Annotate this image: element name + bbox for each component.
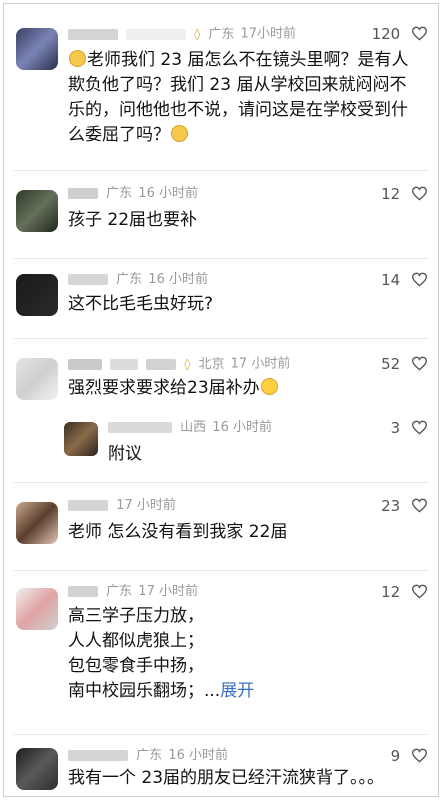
comment-meta: 广东 16 小时前 — [68, 746, 228, 766]
like-count: 23 — [381, 497, 401, 515]
avatar[interactable] — [16, 274, 58, 316]
region: 广东 — [136, 748, 163, 763]
timestamp: 17小时前 — [240, 26, 297, 42]
heart-outline-icon[interactable] — [411, 748, 428, 763]
comment-meta: 广东 16 小时前 — [68, 270, 208, 290]
divider — [14, 570, 428, 571]
crying-emoji-icon — [260, 378, 278, 395]
region: 广东 — [116, 272, 143, 287]
heart-outline-icon[interactable] — [411, 272, 428, 287]
avatar[interactable] — [16, 190, 58, 232]
smile-emoji-icon — [69, 50, 86, 67]
comment-meta: 广东 16 小时前 — [68, 184, 198, 204]
region: 广东 — [106, 186, 133, 201]
heart-outline-icon[interactable] — [411, 584, 428, 599]
comment-meta: 广东 17 小时前 — [68, 496, 176, 516]
comment-meta: 广东 17 小时前 — [68, 582, 198, 602]
avatar[interactable] — [16, 588, 58, 630]
avatar[interactable] — [16, 28, 58, 70]
comment-meta: ◊ 广东 17小时前 — [68, 24, 296, 44]
divider — [14, 338, 428, 339]
avatar[interactable] — [16, 748, 58, 790]
comment-item[interactable]: 广东 16 小时前 12 孩子 22届也要补 — [4, 184, 440, 254]
like-count: 14 — [381, 271, 401, 289]
avatar[interactable] — [16, 502, 58, 544]
comment-item[interactable]: ◊ 北京 17 小时前 52 强烈要求要求给23届补办 — [4, 354, 440, 414]
comment-text: 强烈要求要求给23届补办 — [68, 376, 416, 401]
timestamp: 16 小时前 — [212, 420, 272, 435]
divider — [14, 170, 428, 171]
poem-line: 南中校园乐翻场；... — [68, 681, 221, 701]
smile-emoji-icon — [171, 125, 188, 142]
reply-item[interactable]: 山西 16 小时前 3 附议 — [4, 418, 440, 478]
comment-text: 老师我们 23 届怎么不在镜头里啊？是有人欺负他了吗？我们 23 届从学校回来就… — [68, 50, 409, 145]
expand-link[interactable]: 展开 — [220, 681, 254, 701]
divider — [14, 734, 428, 735]
comment-item[interactable]: 广东 16 小时前 9 我有一个 23届的朋友已经汗流狭背了。。。 — [4, 746, 440, 798]
comment-item[interactable]: 广东 17 小时前 12 高三学子压力放， 人人都似虎狼上； 包包零食手中扬， … — [4, 582, 440, 732]
timestamp: 16 小时前 — [148, 272, 208, 287]
comment-item[interactable]: 广东 17 小时前 23 老师 怎么没有看到我家 22届 — [4, 496, 440, 566]
comment-item[interactable]: 广东 16 小时前 14 这不比毛毛虫好玩? — [4, 270, 440, 340]
timestamp: 17 小时前 — [230, 356, 291, 372]
like-count: 12 — [381, 185, 401, 203]
like-count: 52 — [381, 355, 401, 373]
comment-list: ◊ 广东 17小时前 120 老师我们 23 届怎么不在镜头里啊？是有人欺负他了… — [3, 3, 439, 797]
comment-text: 我有一个 23届的朋友已经汗流狭背了。。。 — [68, 768, 385, 788]
timestamp: 16 小时前 — [168, 748, 228, 763]
region: 广东 — [208, 26, 235, 42]
region: 山西 — [180, 420, 207, 435]
heart-outline-icon[interactable] — [411, 26, 428, 41]
heart-outline-icon[interactable] — [411, 420, 428, 435]
timestamp: 16 小时前 — [138, 186, 198, 201]
heart-outline-icon[interactable] — [411, 356, 428, 371]
heart-outline-icon[interactable] — [411, 186, 428, 201]
comment-item[interactable]: ◊ 广东 17小时前 120 老师我们 23 届怎么不在镜头里啊？是有人欺负他了… — [4, 24, 440, 174]
like-count: 12 — [381, 583, 401, 601]
comment-text: 这不比毛毛虫好玩? — [68, 294, 214, 314]
comment-text: 附议 — [108, 444, 142, 464]
region: 北京 — [198, 356, 225, 372]
region: 广东 — [106, 584, 133, 599]
timestamp: 17 小时前 — [138, 584, 198, 599]
comment-text: 高三学子压力放， 人人都似虎狼上； 包包零食手中扬， 南中校园乐翻场；...展开 — [68, 604, 416, 704]
badge-icon: ◊ — [194, 27, 201, 41]
divider — [14, 258, 428, 259]
heart-outline-icon[interactable] — [411, 498, 428, 513]
comment-text: 老师 怎么没有看到我家 22届 — [68, 522, 288, 542]
like-count: 9 — [390, 747, 401, 765]
comment-text: 孩子 22届也要补 — [68, 210, 198, 230]
poem-line: 人人都似虎狼上； — [68, 631, 204, 651]
like-count: 3 — [390, 419, 401, 437]
timestamp: 17 小时前 — [116, 498, 176, 513]
poem-line: 高三学子压力放， — [68, 606, 204, 626]
like-count: 120 — [371, 25, 401, 43]
comment-meta: ◊ 北京 17 小时前 — [68, 354, 290, 374]
avatar[interactable] — [16, 358, 58, 400]
badge-icon: ◊ — [184, 357, 191, 371]
avatar[interactable] — [64, 422, 98, 456]
comment-meta: 山西 16 小时前 — [108, 418, 272, 438]
divider — [14, 482, 428, 483]
poem-line: 包包零食手中扬， — [68, 656, 204, 676]
